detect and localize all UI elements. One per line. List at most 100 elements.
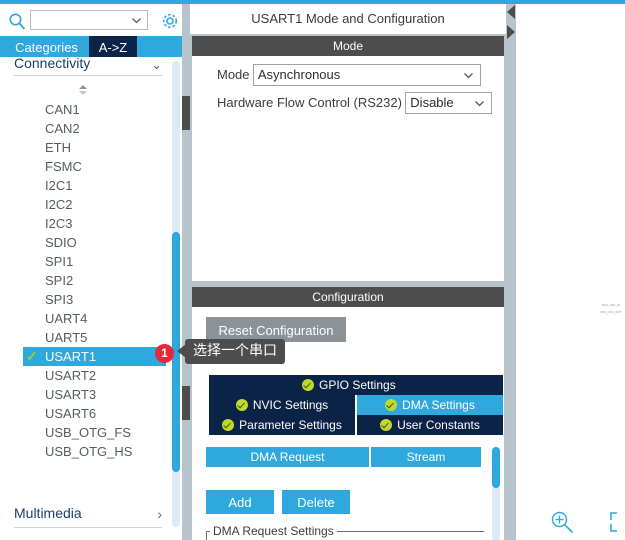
ip-item-usb-otg-fs[interactable]: USB_OTG_FS — [0, 423, 178, 442]
chevron-down-icon[interactable]: ⌄ — [151, 57, 162, 73]
ip-item-usart1[interactable]: ✓ USART1 — [23, 347, 166, 366]
divider — [14, 75, 162, 76]
ip-item-usart3[interactable]: USART3 — [0, 385, 178, 404]
category-tabbar: Categories A->Z — [0, 36, 190, 59]
tab-categories[interactable]: Categories — [8, 36, 85, 59]
left-splitter-handle-bottom[interactable] — [182, 386, 190, 420]
ip-item-list: CAN1 CAN2 ETH FSMC I2C1 I2C2 I2C3 SDIO S… — [0, 100, 178, 461]
ip-item-can1[interactable]: CAN1 — [0, 100, 178, 119]
chevron-down-icon[interactable] — [131, 15, 142, 26]
ip-item-i2c3[interactable]: I2C3 — [0, 214, 178, 233]
tab-nvic-settings[interactable]: NVIC Settings — [209, 395, 355, 415]
add-button[interactable]: Add — [206, 490, 274, 514]
tab-parameter-settings[interactable]: Parameter Settings — [209, 415, 355, 435]
tab-dma-settings-label: DMA Settings — [402, 398, 475, 412]
tab-a-to-z[interactable]: A->Z — [89, 36, 137, 59]
ip-item-spi3[interactable]: SPI3 — [0, 290, 178, 309]
right-splitter[interactable] — [506, 4, 516, 540]
ip-item-label: I2C2 — [45, 197, 73, 212]
ip-item-label: SPI1 — [45, 254, 74, 269]
zoom-in-icon[interactable] — [549, 509, 575, 535]
ip-item-label: USB_OTG_HS — [45, 444, 133, 459]
ip-item-usart6[interactable]: USART6 — [0, 404, 178, 423]
ip-item-label: USART3 — [45, 387, 97, 402]
tab-gpio-settings[interactable]: GPIO Settings — [209, 375, 503, 395]
pin-label-rcc-osc-out: RCC_OSC_OUT — [600, 311, 622, 314]
scroll-up-down-icon[interactable] — [76, 83, 90, 97]
chevron-down-icon[interactable] — [463, 70, 474, 81]
chevron-right-icon[interactable]: › — [157, 506, 162, 522]
callout-step-badge: 1 — [155, 344, 174, 363]
collapse-left-arrow-icon[interactable] — [506, 4, 516, 20]
left-splitter-handle-top[interactable] — [182, 96, 190, 130]
delete-button[interactable]: Delete — [282, 490, 350, 514]
ip-item-label: SPI2 — [45, 273, 74, 288]
search-combo[interactable] — [30, 10, 148, 30]
configuration-tabbar: GPIO Settings NVIC Settings DMA Settings… — [209, 375, 503, 435]
ip-item-sdio[interactable]: SDIO — [0, 233, 178, 252]
configuration-section-header: Configuration — [192, 287, 504, 307]
ip-item-eth[interactable]: ETH — [0, 138, 178, 157]
check-circle-icon — [235, 398, 248, 411]
ip-item-fsmc[interactable]: FSMC — [0, 157, 178, 176]
dma-settings-pane: DMA Request Stream Add Delete DMA Reques… — [206, 447, 500, 540]
dma-stream-column-header[interactable]: Stream — [371, 447, 481, 467]
dma-request-settings-group: DMA Request Settings — [206, 523, 484, 540]
configuration-tabrow-1: GPIO Settings — [209, 375, 503, 395]
group-border-left — [206, 531, 207, 540]
ip-item-label: USB_OTG_FS — [45, 425, 131, 440]
chevron-down-icon[interactable] — [474, 98, 485, 109]
ip-tree-panel: Categories A->Z Connectivity ⌄ CAN1 CAN2… — [0, 4, 190, 540]
search-input[interactable] — [33, 12, 133, 30]
dma-request-column-header[interactable]: DMA Request — [206, 447, 369, 467]
ip-item-label: CAN1 — [45, 102, 80, 117]
mode-select[interactable]: Asynchronous — [252, 64, 481, 86]
ip-item-label: SDIO — [45, 235, 77, 250]
check-circle-icon — [385, 398, 398, 411]
ip-item-label: ETH — [45, 140, 71, 155]
gear-icon[interactable] — [160, 11, 180, 31]
search-row — [0, 6, 190, 36]
hw-flow-control-select[interactable]: Disable — [405, 92, 493, 114]
tree-group-multimedia[interactable]: Multimedia › — [14, 505, 164, 527]
ip-item-label: CAN2 — [45, 121, 80, 136]
ip-item-can2[interactable]: CAN2 — [0, 119, 178, 138]
mode-label: Mode — [217, 67, 250, 82]
ip-item-spi2[interactable]: SPI2 — [0, 271, 178, 290]
configuration-tabrow-3: Parameter Settings User Constants — [209, 415, 503, 435]
dma-scrollbar-thumb[interactable] — [492, 447, 500, 488]
check-icon: ✓ — [26, 348, 38, 364]
hw-flow-control-field-row: Hardware Flow Control (RS232) Disable — [217, 92, 493, 114]
tab-user-constants[interactable]: User Constants — [357, 415, 503, 435]
hw-flow-control-label: Hardware Flow Control (RS232) — [217, 95, 402, 110]
tab-user-constants-label: User Constants — [397, 418, 480, 432]
mode-section: Mode Mode Asynchronous Hardware Flow Con… — [192, 36, 504, 281]
collapse-right-arrow-icon[interactable] — [506, 24, 516, 40]
tab-dma-settings[interactable]: DMA Settings — [357, 395, 503, 415]
tree-group-connectivity[interactable]: Connectivity ⌄ — [14, 57, 164, 75]
check-circle-icon — [380, 418, 393, 431]
fit-to-screen-icon[interactable] — [609, 511, 625, 533]
configuration-tabrow-2: NVIC Settings DMA Settings — [209, 395, 503, 415]
ip-item-i2c2[interactable]: I2C2 — [0, 195, 178, 214]
ip-item-uart5[interactable]: UART5 — [0, 328, 178, 347]
ip-item-usb-otg-hs[interactable]: USB_OTG_HS — [0, 442, 178, 461]
ip-item-label: I2C3 — [45, 216, 73, 231]
mode-configuration-panel: USART1 Mode and Configuration Mode Mode … — [190, 4, 506, 540]
tree-group-connectivity-label: Connectivity — [14, 57, 91, 71]
mode-field-row: Mode Asynchronous — [217, 64, 481, 86]
mode-select-value: Asynchronous — [257, 67, 341, 82]
tab-parameter-settings-label: Parameter Settings — [239, 418, 342, 432]
ip-item-usart2[interactable]: USART2 — [0, 366, 178, 385]
divider — [14, 527, 162, 528]
chip-view-canvas[interactable]: RCC_OSC_IN RCC_OSC_OUT — [516, 4, 625, 540]
ip-item-label: UART4 — [45, 311, 88, 326]
ip-item-label: I2C1 — [45, 178, 73, 193]
callout-tooltip: 选择一个串口 — [185, 339, 285, 364]
left-splitter[interactable] — [182, 4, 190, 540]
ip-item-spi1[interactable]: SPI1 — [0, 252, 178, 271]
page-title: USART1 Mode and Configuration — [190, 4, 506, 34]
pin-label-rcc-osc-in: RCC_OSC_IN — [602, 304, 620, 307]
ip-item-uart4[interactable]: UART4 — [0, 309, 178, 328]
ip-item-i2c1[interactable]: I2C1 — [0, 176, 178, 195]
